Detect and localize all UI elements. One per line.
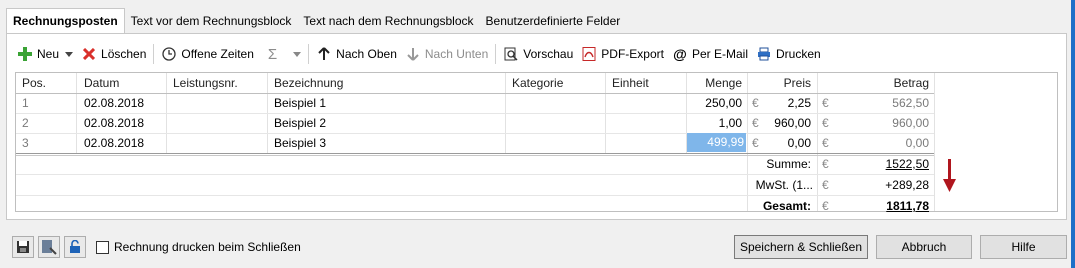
header-betrag[interactable]: Betrag — [817, 73, 929, 93]
cell-pos: 1 — [22, 96, 29, 110]
at-sign-icon: @ — [673, 46, 687, 62]
sum-button[interactable]: Σ — [258, 42, 283, 66]
header-menge[interactable]: Menge — [686, 73, 742, 93]
cell-bezeichnung: Beispiel 1 — [274, 96, 327, 110]
toolbar: Neu Löschen Offene Zeiten Σ Nach Oben Na… — [13, 40, 825, 68]
email-button[interactable]: @ Per E-Mail — [668, 42, 752, 66]
save-button[interactable] — [12, 236, 34, 258]
tab-benutzerdefinierte-felder[interactable]: Benutzerdefinierte Felder — [480, 8, 627, 34]
tab-panel: Neu Löschen Offene Zeiten Σ Nach Oben Na… — [6, 33, 1067, 220]
cell-preis: 0,00 — [787, 136, 811, 150]
arrow-up-icon — [316, 46, 332, 62]
header-einheit[interactable]: Einheit — [612, 73, 649, 93]
floppy-disk-icon — [17, 241, 29, 253]
header-kategorie[interactable]: Kategorie — [512, 73, 563, 93]
cell-preis: 960,00 — [774, 116, 811, 130]
cell-menge: 1,00 — [718, 116, 742, 130]
vat-label: MwSt. (1... — [755, 178, 813, 192]
sum-dropdown-icon[interactable] — [293, 51, 302, 57]
footer-bar: Rechnung drucken beim Schließen Speicher… — [0, 228, 1071, 268]
toolbar-separator — [308, 44, 310, 64]
invoice-items-table[interactable]: Pos. Datum Leistungsnr. Bezeichnung Kate… — [15, 72, 1058, 213]
settings-button[interactable] — [38, 236, 60, 258]
pdf-export-label: PDF-Export — [601, 47, 664, 61]
tab-text-vor[interactable]: Text vor dem Rechnungsblock — [125, 8, 298, 34]
cell-betrag: 0,00 — [905, 136, 929, 150]
move-down-button[interactable]: Nach Unten — [401, 42, 492, 66]
help-button[interactable]: Hilfe — [980, 235, 1067, 259]
magnifier-icon — [503, 46, 519, 62]
cell-bezeichnung: Beispiel 2 — [274, 116, 327, 130]
header-pos[interactable]: Pos. — [22, 73, 46, 93]
printer-icon — [756, 46, 772, 62]
cell-datum: 02.08.2018 — [84, 136, 145, 150]
save-and-close-button[interactable]: Speichern & Schließen — [734, 235, 868, 259]
cell-datum: 02.08.2018 — [84, 116, 145, 130]
column-divider — [934, 73, 935, 211]
move-up-button[interactable]: Nach Oben — [312, 42, 401, 66]
cell-preis: 2,25 — [787, 96, 811, 110]
preview-button[interactable]: Vorschau — [499, 42, 577, 66]
toolbar-separator — [495, 44, 497, 64]
open-times-label: Offene Zeiten — [181, 47, 254, 61]
document-settings-icon — [42, 240, 57, 255]
vat-value: +289,28 — [885, 178, 929, 192]
move-up-label: Nach Oben — [336, 47, 397, 61]
open-times-button[interactable]: Offene Zeiten — [157, 42, 258, 66]
print-on-close-checkbox[interactable] — [96, 241, 109, 254]
email-label: Per E-Mail — [691, 47, 748, 61]
cancel-button[interactable]: Abbruch — [876, 235, 972, 259]
toolbar-separator — [153, 44, 155, 64]
print-on-close-label[interactable]: Rechnung drucken beim Schließen — [114, 240, 301, 254]
delete-x-icon — [81, 46, 97, 62]
lock-button[interactable] — [64, 236, 86, 258]
pdf-icon — [581, 46, 597, 62]
pdf-export-button[interactable]: PDF-Export — [577, 42, 668, 66]
red-arrow-down-icon — [943, 159, 956, 192]
window-edge — [1071, 0, 1075, 268]
header-leistungsnr[interactable]: Leistungsnr. — [173, 73, 238, 93]
total-label: Gesamt: — [762, 199, 811, 213]
cell-betrag: 960,00 — [892, 116, 929, 130]
total-value: 1811,78 — [886, 199, 929, 213]
arrow-down-icon — [405, 46, 421, 62]
delete-button[interactable]: Löschen — [77, 42, 150, 66]
cell-menge-selected[interactable]: 499,99 — [687, 133, 746, 152]
cell-menge: 250,00 — [705, 96, 742, 110]
move-down-label: Nach Unten — [424, 47, 489, 61]
sum-value: 1522,50 — [885, 157, 929, 171]
plus-icon — [17, 46, 33, 62]
unlock-icon — [70, 240, 80, 253]
sum-label: Summe: — [766, 157, 811, 171]
print-button[interactable]: Drucken — [752, 42, 825, 66]
new-button[interactable]: Neu — [13, 42, 63, 66]
tab-bar: Rechnungsposten Text vor dem Rechnungsbl… — [6, 8, 627, 35]
tab-rechnungsposten[interactable]: Rechnungsposten — [6, 8, 125, 35]
delete-label: Löschen — [101, 47, 147, 61]
header-preis[interactable]: Preis — [747, 73, 811, 93]
new-dropdown-icon[interactable] — [65, 51, 74, 57]
cell-pos: 2 — [22, 116, 29, 130]
cell-bezeichnung: Beispiel 3 — [274, 136, 327, 150]
cell-datum: 02.08.2018 — [84, 96, 145, 110]
tab-text-nach[interactable]: Text nach dem Rechnungsblock — [297, 8, 479, 34]
header-bezeichnung[interactable]: Bezeichnung — [274, 73, 343, 93]
sum-icon: Σ — [267, 45, 278, 63]
header-datum[interactable]: Datum — [84, 73, 119, 93]
clock-icon — [161, 46, 177, 62]
preview-label: Vorschau — [523, 47, 574, 61]
cell-betrag: 562,50 — [892, 96, 929, 110]
print-label: Drucken — [776, 47, 821, 61]
new-label: Neu — [37, 47, 60, 61]
cell-pos: 3 — [22, 136, 29, 150]
